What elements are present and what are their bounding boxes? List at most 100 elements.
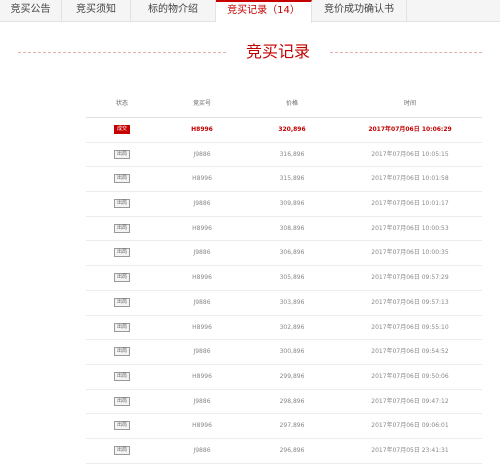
header-time: 时间 [403,100,416,107]
header-status: 状态 [115,100,128,107]
tab-bid-records[interactable]: 竞买记录（14） [216,0,312,23]
price-cell: 315,896 [279,175,305,183]
status-cell: 出局 [86,217,158,241]
table-row: 出局 H8996 299,896 2017年07月06日 09:50:06 [86,365,482,390]
table-row: 出局 J9886 303,896 2017年07月06日 09:57:13 [86,291,482,316]
status-cell: 出局 [86,291,158,315]
table-row: 出局 J9886 309,896 2017年07月06日 10:01:17 [86,192,482,217]
time-cell: 2017年07月06日 10:01:58 [371,175,449,183]
table-row: 出局 J9886 296,896 2017年07月05日 23:41:31 [86,439,482,464]
price-cell: 316,896 [279,150,305,158]
bidder-number-cell: J9886 [193,348,211,356]
price-cell: 297,896 [279,422,305,430]
status-cell: 出局 [86,241,158,265]
status-cell: 出局 [86,192,158,216]
status-badge: 出局 [113,421,130,431]
status-cell: 出局 [86,390,158,414]
status-cell: 出局 [86,365,158,389]
time-cell: 2017年07月06日 09:57:29 [371,274,449,282]
time-cell: 2017年07月06日 10:00:35 [371,249,449,257]
time-cell: 2017年07月06日 10:06:29 [368,126,452,133]
status-badge: 出局 [113,297,130,307]
table-row: 出局 J9886 306,896 2017年07月06日 10:00:35 [86,241,482,267]
table-row: 出局 J9886 298,896 2017年07月06日 09:47:12 [86,390,482,415]
status-cell: 出局 [86,439,158,463]
bidder-number-cell: H8996 [192,323,212,331]
table-row: 出局 H8996 302,896 2017年07月06日 09:55:10 [86,316,482,341]
status-badge: 成交 [113,125,130,134]
status-cell: 出局 [86,414,158,438]
bidder-number-cell: J9886 [193,249,211,257]
table-row: 出局 J9886 300,896 2017年07月06日 09:54:52 [86,340,482,365]
status-badge: 出局 [113,322,130,332]
price-cell: 302,896 [279,323,305,331]
bidder-number-cell: H8996 [192,175,212,183]
bidder-number-cell: J9886 [193,298,211,306]
bid-records-table: 成交 H8996 320,896 2017年07月06日 10:06:29 出局 J988… [86,118,482,464]
time-cell: 2017年07月06日 09:54:52 [371,348,449,356]
bidder-number-cell: H8996 [192,422,212,430]
status-badge: 出局 [113,174,130,184]
status-cell: 出局 [86,167,158,191]
time-cell: 2017年07月06日 10:01:17 [371,200,449,208]
time-cell: 2017年07月06日 10:05:15 [371,150,449,158]
section-title: 竞买记录 [245,42,310,61]
time-cell: 2017年07月06日 09:57:13 [371,298,449,306]
table-row: 出局 H8996 308,896 2017年07月06日 10:00:53 [86,217,482,242]
heading-divider-right [330,52,482,53]
price-cell: 308,896 [279,224,305,232]
price-cell: 303,896 [279,298,305,306]
section-heading: 竞买记录 [0,42,500,62]
bidder-number-cell: J9886 [193,397,211,405]
header-price: 价格 [285,100,298,107]
table-header: 状态 竞买号 价格 时间 [86,92,482,118]
time-cell: 2017年07月06日 09:55:10 [371,323,449,331]
table-row: 成交 H8996 320,896 2017年07月06日 10:06:29 [86,118,482,143]
heading-divider-left [18,52,226,53]
price-cell: 305,896 [279,274,305,282]
time-cell: 2017年07月05日 23:41:31 [371,446,449,454]
header-bidder-number: 竞买号 [192,100,211,107]
status-badge: 出局 [113,347,130,357]
price-cell: 300,896 [279,348,305,356]
status-cell: 成交 [86,118,158,142]
price-cell: 298,896 [279,397,305,405]
time-cell: 2017年07月06日 09:06:01 [371,422,449,430]
status-badge: 出局 [113,248,130,258]
price-cell: 306,896 [279,249,305,257]
bidder-number-cell: J9886 [193,446,211,454]
tab-confirmation[interactable]: 竞价成功确认书 [312,0,407,22]
status-badge: 出局 [113,396,130,406]
status-badge: 出局 [113,149,130,159]
price-cell: 309,896 [279,200,305,208]
status-cell: 出局 [86,266,158,290]
status-cell: 出局 [86,143,158,167]
table-row: 出局 J9886 316,896 2017年07月06日 10:05:15 [86,143,482,168]
tab-item-description[interactable]: 标的物介绍 [131,0,216,22]
status-badge: 出局 [113,445,130,455]
status-badge: 出局 [113,371,130,381]
status-badge: 出局 [113,273,130,283]
tab-auction-notice[interactable]: 竞买公告 [0,0,62,22]
bidder-number-cell: H8996 [192,372,212,380]
table-row: 出局 H8996 305,896 2017年07月06日 09:57:29 [86,266,482,291]
tab-bar: 竞买公告 竞买须知 标的物介绍 竞买记录（14） 竞价成功确认书 [0,0,500,23]
status-cell: 出局 [86,316,158,340]
status-cell: 出局 [86,340,158,364]
time-cell: 2017年07月06日 09:47:12 [371,397,449,405]
price-cell: 296,896 [279,446,305,454]
bidder-number-cell: H8996 [192,274,212,282]
tab-bidding-rules[interactable]: 竞买须知 [62,0,131,22]
bidder-number-cell: H8996 [191,126,213,133]
status-badge: 出局 [113,199,130,209]
bidder-number-cell: H8996 [192,224,212,232]
table-row: 出局 H8996 315,896 2017年07月06日 10:01:58 [86,167,482,193]
time-cell: 2017年07月06日 09:50:06 [371,372,449,380]
bidder-number-cell: J9886 [193,200,211,208]
table-row: 出局 H8996 297,896 2017年07月06日 09:06:01 [86,414,482,439]
price-cell: 299,896 [279,372,305,380]
time-cell: 2017年07月06日 10:00:53 [371,224,449,232]
status-badge: 出局 [113,223,130,233]
price-cell: 320,896 [278,126,306,133]
bidder-number-cell: J9886 [193,150,211,158]
